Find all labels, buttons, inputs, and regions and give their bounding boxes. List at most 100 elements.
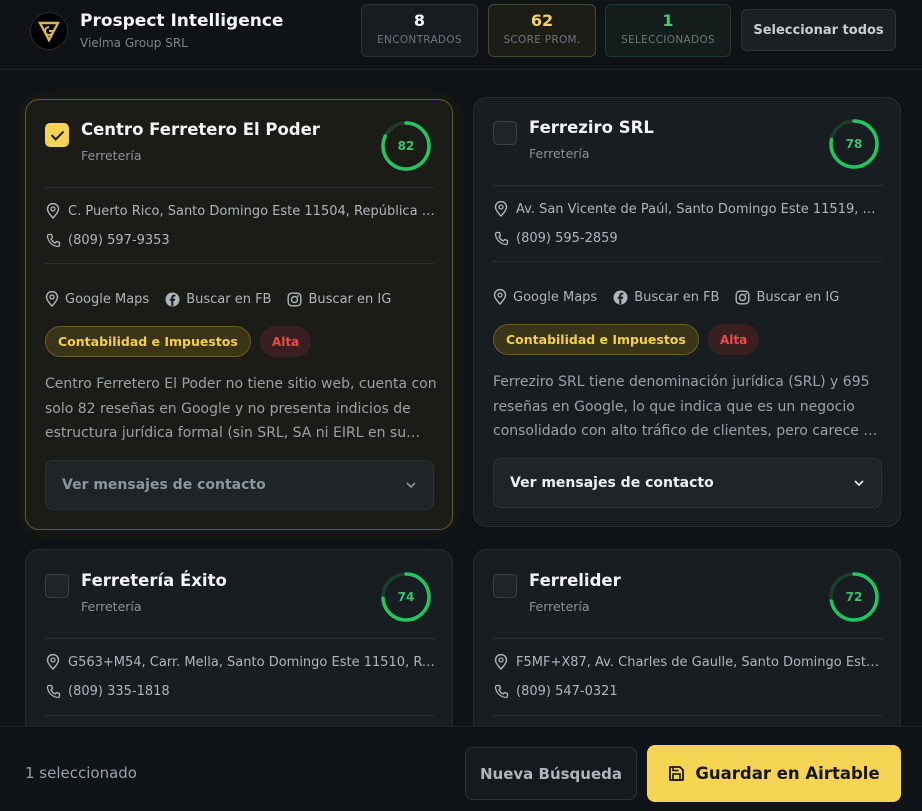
external-links: Google Maps Buscar en FB Buscar en IG: [493, 289, 839, 305]
stat-score-value: 62: [530, 11, 554, 30]
prospect-name: Ferretería Éxito: [81, 571, 227, 590]
instagram-icon: [735, 290, 750, 305]
selected-count: 1 seleccionado: [25, 764, 137, 782]
address-row: C. Puerto Rico, Santo Domingo Este 11504…: [45, 203, 435, 219]
stat-score: 62 SCORE PROM.: [488, 4, 596, 57]
instagram-label: Buscar en IG: [308, 291, 392, 307]
contact-messages-label: Ver mensajes de contacto: [510, 475, 714, 491]
stat-found-label: ENCONTRADOS: [377, 34, 462, 46]
logo-icon: [38, 21, 60, 43]
contact-messages-label: Ver mensajes de contacto: [62, 477, 266, 493]
phone-icon: [493, 683, 509, 699]
map-pin-icon: [45, 654, 61, 670]
facebook-label: Buscar en FB: [186, 291, 272, 307]
divider: [45, 715, 434, 716]
divider: [45, 187, 434, 188]
divider: [493, 261, 882, 262]
phone-row: (809) 597-9353: [45, 232, 435, 248]
select-checkbox[interactable]: [493, 574, 517, 598]
select-checkbox[interactable]: [493, 121, 517, 145]
address-row: G563+M54, Carr. Mella, Santo Domingo Est…: [45, 654, 435, 670]
prospect-category: Ferretería: [529, 599, 590, 614]
score-value: 78: [845, 137, 863, 151]
divider: [493, 185, 882, 186]
save-icon: [669, 766, 685, 781]
facebook-icon: [165, 292, 180, 306]
stat-found-value: 8: [413, 11, 426, 30]
instagram-link[interactable]: Buscar en IG: [735, 289, 839, 305]
map-pin-icon: [45, 203, 61, 219]
instagram-icon: [287, 292, 302, 307]
facebook-label: Buscar en FB: [634, 289, 720, 305]
select-checkbox[interactable]: [45, 574, 69, 598]
score-ring: 72: [828, 571, 880, 623]
score-value: 72: [845, 590, 863, 604]
external-links: Google Maps Buscar en FB Buscar en IG: [45, 291, 391, 307]
save-airtable-label: Guardar en Airtable: [695, 764, 880, 783]
address-row: F5MF+X87, Av. Charles de Gaulle, Santo D…: [493, 654, 883, 670]
facebook-icon: [613, 290, 628, 304]
contact-messages-toggle[interactable]: Ver mensajes de contacto: [493, 458, 882, 508]
phone-icon: [493, 230, 509, 246]
category-tag: Contabilidad e Impuestos: [45, 326, 251, 357]
save-airtable-button[interactable]: Guardar en Airtable: [647, 745, 901, 802]
phone-row: (809) 335-1818: [45, 683, 435, 699]
map-pin-icon: [493, 654, 509, 670]
google-maps-link[interactable]: Google Maps: [493, 289, 597, 305]
description-text: Ferreziro SRL tiene denominación jurídic…: [493, 374, 881, 439]
prospect-category: Ferretería: [529, 146, 590, 161]
new-search-button[interactable]: Nueva Búsqueda: [465, 747, 637, 800]
prospect-name: Centro Ferretero El Poder: [81, 120, 320, 139]
priority-badge: Alta: [708, 324, 760, 355]
prospect-description: Ferreziro SRL tiene denominación jurídic…: [493, 370, 885, 443]
divider: [45, 263, 434, 264]
address-row: Av. San Vicente de Paúl, Santo Domingo E…: [493, 201, 883, 217]
stat-selected-value: 1: [662, 11, 674, 30]
google-maps-label: Google Maps: [513, 289, 598, 305]
phone-icon: [45, 232, 61, 248]
address-text: Av. San Vicente de Paúl, Santo Domingo E…: [516, 201, 883, 217]
map-pin-icon: [493, 201, 509, 217]
score-ring: 82: [380, 120, 432, 172]
phone-text: (809) 597-9353: [68, 232, 170, 248]
app-title: Prospect Intelligence: [80, 11, 284, 31]
description-text: Centro Ferretero El Poder no tiene sitio…: [45, 376, 437, 441]
prospect-name: Ferrelider: [529, 571, 621, 590]
divider: [493, 638, 882, 639]
divider: [493, 715, 882, 716]
prospect-name: Ferreziro SRL: [529, 118, 654, 137]
chevron-down-icon: [406, 482, 416, 489]
map-pin-icon: [493, 289, 507, 305]
score-ring: 74: [380, 571, 432, 623]
select-all-button[interactable]: Seleccionar todos: [741, 9, 896, 51]
facebook-link[interactable]: Buscar en FB: [165, 291, 271, 307]
app-header: Prospect Intelligence Vielma Group SRL 8…: [0, 0, 922, 70]
map-pin-icon: [45, 291, 59, 307]
instagram-link[interactable]: Buscar en IG: [287, 291, 391, 307]
facebook-link[interactable]: Buscar en FB: [613, 289, 719, 305]
score-ring: 78: [828, 118, 880, 170]
select-checkbox[interactable]: [45, 123, 69, 147]
divider: [45, 638, 434, 639]
prospect-description: Centro Ferretero El Poder no tiene sitio…: [45, 372, 437, 445]
phone-row: (809) 547-0321: [493, 683, 883, 699]
phone-icon: [45, 683, 61, 699]
prospect-category: Ferretería: [81, 599, 142, 614]
stat-selected: 1 SELECCIONADOS: [605, 4, 731, 57]
phone-text: (809) 335-1818: [68, 683, 170, 699]
contact-messages-toggle[interactable]: Ver mensajes de contacto: [45, 460, 434, 510]
logo: [30, 12, 68, 50]
stat-selected-label: SELECCIONADOS: [621, 34, 715, 46]
phone-text: (809) 547-0321: [516, 683, 618, 699]
prospect-card[interactable]: Ferreziro SRL Ferretería 78 Av. San Vice…: [473, 97, 901, 527]
phone-text: (809) 595-2859: [516, 230, 618, 246]
category-tag: Contabilidad e Impuestos: [493, 324, 699, 355]
score-value: 74: [397, 590, 415, 604]
instagram-label: Buscar en IG: [756, 289, 840, 305]
stat-found: 8 ENCONTRADOS: [361, 4, 478, 57]
google-maps-link[interactable]: Google Maps: [45, 291, 149, 307]
score-value: 82: [397, 139, 415, 153]
priority-badge: Alta: [260, 326, 312, 357]
company-name: Vielma Group SRL: [80, 36, 188, 50]
prospect-card[interactable]: Centro Ferretero El Poder Ferretería 82 …: [25, 99, 453, 530]
